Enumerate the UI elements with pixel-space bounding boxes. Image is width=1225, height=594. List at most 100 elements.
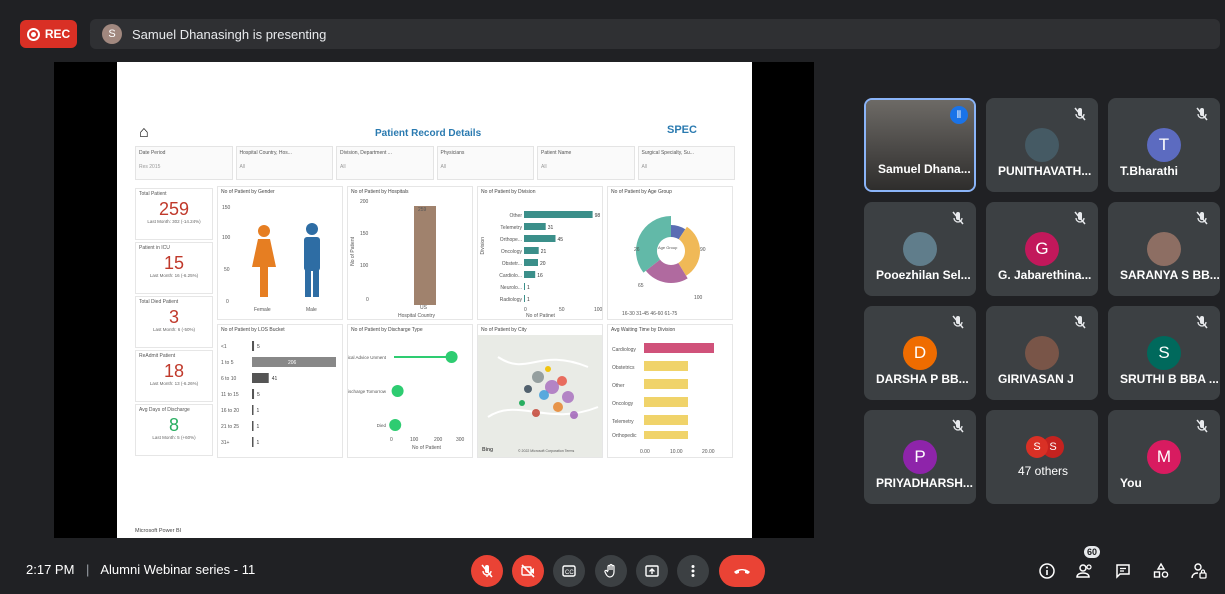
tick-label: 0 bbox=[226, 299, 229, 305]
participant-tile[interactable]: GIRIVASAN J bbox=[986, 306, 1098, 400]
record-icon bbox=[26, 27, 40, 41]
division-bar bbox=[524, 211, 593, 218]
participant-tile[interactable]: T T.Bharathi bbox=[1108, 98, 1220, 192]
filter-value: All bbox=[340, 164, 346, 170]
people-button[interactable]: 60 bbox=[1072, 546, 1101, 584]
participant-name: DARSHA P BB... bbox=[876, 372, 969, 386]
participant-tile[interactable]: PUNITHAVATH... bbox=[986, 98, 1098, 192]
division-bars: Other 98 Telemetry 31 Orthope... 45 Oncology 21… bbox=[499, 211, 603, 313]
category-label: 1 to 5 bbox=[221, 360, 234, 366]
chart-title: No of Patient by Discharge Type bbox=[351, 327, 423, 333]
host-controls-button[interactable] bbox=[1186, 558, 1212, 584]
division-bar bbox=[524, 283, 525, 290]
kpi-readmit: ReAdmit Patient 18 Last Month: 13 (-6.26… bbox=[135, 350, 213, 402]
participant-tile[interactable]: S SRUTHI B BBA ... bbox=[1108, 306, 1220, 400]
map-copyright: © 2022 Microsoft Corporation Terms bbox=[518, 449, 575, 453]
filter-label: Date Period bbox=[139, 150, 166, 156]
category-label: Other bbox=[612, 383, 625, 389]
data-label: 16 bbox=[537, 273, 543, 279]
presenter-avatar: S bbox=[102, 24, 122, 44]
filter-label: Division, Department ... bbox=[340, 150, 392, 156]
tick-label: 50 bbox=[224, 267, 230, 273]
shared-screen: ⌂ Patient Record Details SPEC Date Perio… bbox=[117, 62, 752, 538]
svg-text:CC: CC bbox=[565, 570, 574, 576]
home-icon[interactable]: ⌂ bbox=[139, 124, 149, 142]
meeting-details-button[interactable] bbox=[1034, 558, 1060, 584]
los-bar bbox=[252, 437, 254, 447]
tick-label: 300 bbox=[456, 437, 465, 443]
mic-muted-icon bbox=[1196, 107, 1208, 121]
tick-label: 200 bbox=[434, 437, 443, 443]
activities-button[interactable] bbox=[1148, 558, 1174, 584]
kpi-icu: Patient in ICU 15 Last Month: 16 (-6.25%… bbox=[135, 242, 213, 294]
captions-icon: CC bbox=[562, 565, 576, 577]
filter-physicians[interactable]: Physicians All bbox=[436, 146, 534, 180]
participant-tile[interactable]: M You bbox=[1108, 410, 1220, 504]
hospital-chart: No of Patient by Hospitals 200 150 100 0… bbox=[347, 186, 473, 320]
data-label: 1 bbox=[257, 424, 260, 430]
spec-logo: SPEC bbox=[667, 124, 697, 136]
data-label: 5 bbox=[257, 344, 260, 350]
participant-tile[interactable]: Samuel Dhana... ⦀ bbox=[864, 98, 976, 192]
data-label: 98 bbox=[595, 213, 601, 219]
lock-person-icon bbox=[1191, 563, 1207, 579]
participant-tile[interactable]: P PRIYADHARSH... bbox=[864, 410, 976, 504]
data-label: 1 bbox=[257, 440, 260, 446]
camera-off-button[interactable] bbox=[512, 555, 544, 587]
chart-title: No of Patient by LOS Bucket bbox=[221, 327, 285, 333]
age-chart: No of Patient by Age Group Age Group 26 … bbox=[607, 186, 733, 320]
meeting-title: Alumni Webinar series - 11 bbox=[100, 562, 256, 577]
data-label: 26 bbox=[634, 247, 640, 253]
clock: 2:17 PM bbox=[26, 562, 75, 577]
chart-title: No of Patient by City bbox=[478, 325, 602, 335]
division-bar bbox=[524, 247, 539, 254]
division-bar bbox=[524, 235, 556, 242]
kpi-value: 18 bbox=[163, 361, 185, 381]
participant-tile[interactable]: SARANYA S BB... bbox=[1108, 202, 1220, 296]
mic-muted-icon bbox=[952, 315, 964, 329]
people-count-badge: 60 bbox=[1084, 546, 1101, 558]
present-icon bbox=[645, 565, 659, 577]
mic-off-button[interactable] bbox=[471, 555, 503, 587]
participant-tile[interactable]: S S 47 others bbox=[986, 410, 1098, 504]
filter-division[interactable]: Division, Department ... All bbox=[336, 146, 434, 180]
division-chart: No of Patient by Division Other 98 Telemet… bbox=[477, 186, 603, 320]
kpi-sub: Last Month: 6 (-50%) bbox=[152, 327, 196, 332]
data-label: 1 bbox=[527, 297, 530, 303]
recording-indicator[interactable]: REC bbox=[20, 20, 77, 48]
present-button[interactable] bbox=[636, 555, 668, 587]
filter-value: All bbox=[541, 164, 547, 170]
y-axis-label: Division bbox=[480, 237, 486, 255]
mic-muted-icon bbox=[952, 211, 964, 225]
speaking-indicator-icon: ⦀ bbox=[950, 106, 968, 124]
participant-avatar: S bbox=[1147, 336, 1181, 370]
leave-call-button[interactable] bbox=[719, 555, 765, 587]
raise-hand-button[interactable] bbox=[595, 555, 627, 587]
filter-hospital[interactable]: Hospital Country, Hos... All bbox=[235, 146, 333, 180]
los-chart: No of Patient by LOS Bucket <1 5 1 to 5 206… bbox=[217, 324, 343, 458]
female-label: Female bbox=[254, 307, 271, 313]
participant-tile[interactable]: D DARSHA P BB... bbox=[864, 306, 976, 400]
chat-button[interactable] bbox=[1110, 558, 1136, 584]
participant-avatar bbox=[1025, 336, 1059, 370]
captions-button[interactable]: CC bbox=[553, 555, 585, 587]
tick-label: 100 bbox=[222, 235, 231, 241]
data-label: 1 bbox=[527, 285, 530, 291]
participant-name: GIRIVASAN J bbox=[998, 372, 1074, 386]
kpi-total-patient: Total Patient 259 Last Month: 302 (-14.2… bbox=[135, 188, 213, 240]
los-bar bbox=[252, 341, 255, 351]
participant-tile[interactable]: Pooezhilan Sel... bbox=[864, 202, 976, 296]
division-bar bbox=[524, 223, 546, 230]
filter-patient[interactable]: Patient Name All bbox=[537, 146, 635, 180]
participant-tile[interactable]: G G. Jabarethina... bbox=[986, 202, 1098, 296]
mic-muted-icon bbox=[1196, 211, 1208, 225]
kpi-sub: Last Month: 5 (+60%) bbox=[152, 435, 196, 440]
kpi-sub: Last Month: 13 (-6.26%) bbox=[149, 381, 199, 386]
tick-label: 150 bbox=[360, 231, 369, 237]
city-map[interactable]: No of Patient by City Bing © 2022 Micros… bbox=[477, 324, 603, 458]
filter-surgical[interactable]: Surgical Specialty, Su... All bbox=[637, 146, 735, 180]
tick-label: 100 bbox=[594, 307, 603, 313]
filter-date[interactable]: Date Period Res 2015 bbox=[135, 146, 233, 180]
more-options-button[interactable] bbox=[677, 555, 709, 587]
separator: | bbox=[86, 562, 90, 577]
